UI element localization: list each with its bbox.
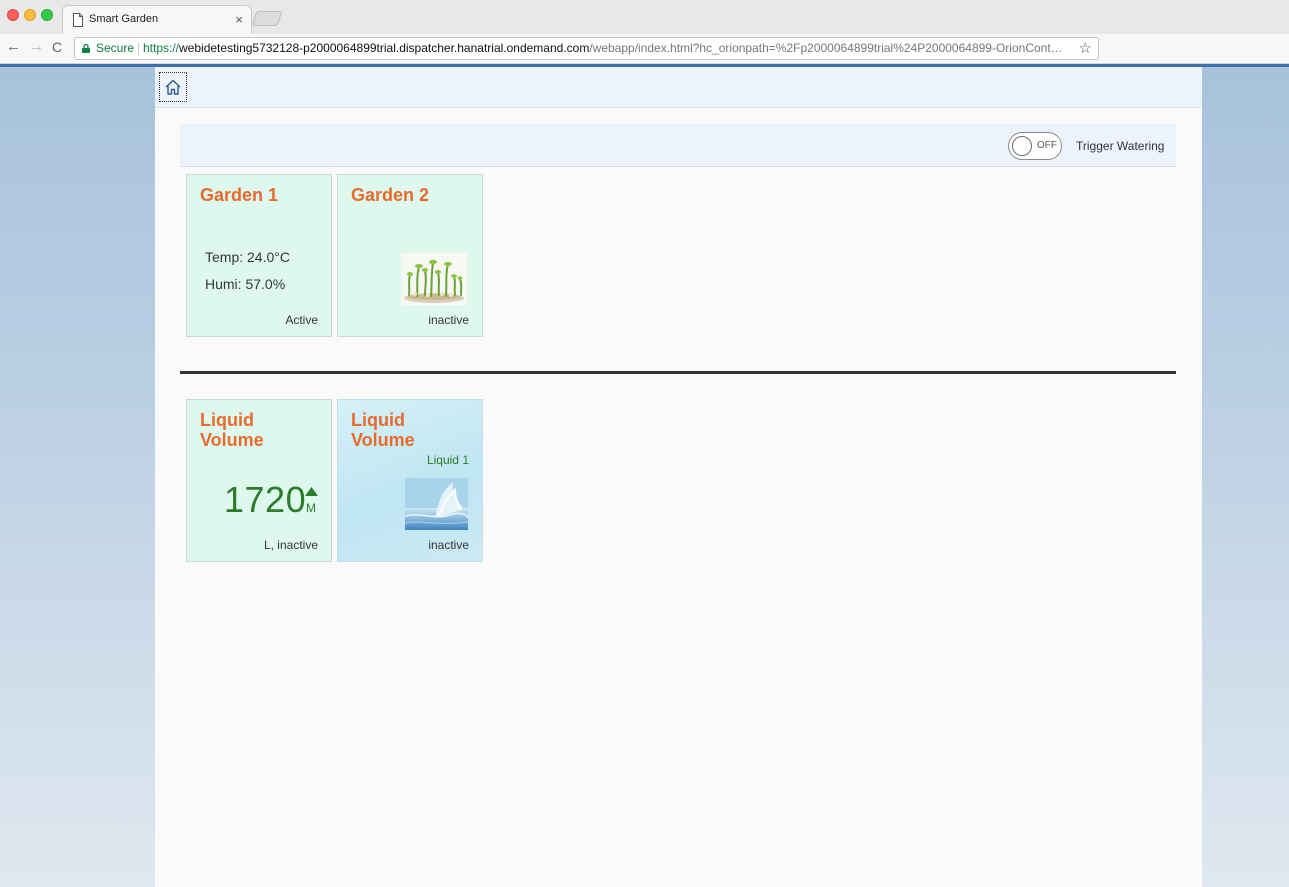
tile-subtitle: Liquid 1 bbox=[426, 453, 469, 467]
liquid-volume-image-tile[interactable]: Liquid Volume Liquid 1 inactive bbox=[337, 399, 483, 562]
tile-title: Garden 1 bbox=[200, 185, 279, 205]
close-window-button[interactable] bbox=[7, 9, 19, 21]
action-toolbar: OFF Trigger Watering bbox=[180, 124, 1176, 167]
minimize-window-button[interactable] bbox=[24, 9, 36, 21]
garden-2-tile[interactable]: Garden 2 inactive bbox=[337, 174, 483, 337]
shell-header bbox=[155, 67, 1202, 108]
plant-sprouts-image bbox=[401, 253, 467, 305]
tab-close-icon[interactable]: × bbox=[235, 12, 243, 27]
browser-toolbar: ← → C Secure https://webidetesting573212… bbox=[0, 34, 1289, 64]
switch-state-label: OFF bbox=[1037, 140, 1057, 151]
tile-status: inactive bbox=[428, 313, 469, 327]
kpi-scale: M bbox=[306, 501, 316, 515]
tile-title: Liquid Volume bbox=[200, 410, 264, 450]
tile-status: inactive bbox=[428, 538, 469, 552]
home-button[interactable] bbox=[159, 72, 187, 102]
url-host: webidetesting5732128-p2000064899trial.di… bbox=[179, 41, 590, 55]
tile-title: Liquid Volume bbox=[351, 410, 415, 450]
tile-footer: L, inactive bbox=[263, 538, 318, 552]
trigger-watering-label: Trigger Watering bbox=[1076, 139, 1165, 153]
document-icon bbox=[73, 13, 83, 27]
address-divider bbox=[138, 42, 139, 55]
tile-status: Active bbox=[285, 313, 318, 327]
new-tab-button[interactable] bbox=[251, 11, 283, 26]
home-icon bbox=[165, 79, 181, 95]
trend-up-icon bbox=[305, 487, 318, 496]
temperature-value: Temp: 24.0°C bbox=[205, 249, 290, 265]
tile-title: Garden 2 bbox=[351, 185, 430, 205]
bookmark-star-icon[interactable]: ☆ bbox=[1079, 38, 1092, 59]
url-text: https://webidetesting5732128-p2000064899… bbox=[143, 38, 1078, 59]
forward-arrow-icon[interactable]: → bbox=[29, 38, 44, 55]
browser-titlebar: Smart Garden × bbox=[0, 0, 1289, 34]
url-scheme: https:// bbox=[143, 41, 180, 55]
browser-tab[interactable]: Smart Garden × bbox=[62, 5, 252, 34]
lock-icon bbox=[82, 44, 90, 53]
reload-icon[interactable]: C bbox=[52, 39, 62, 55]
tab-title: Smart Garden bbox=[89, 13, 159, 25]
section-divider bbox=[180, 371, 1176, 374]
maximize-window-button[interactable] bbox=[41, 9, 53, 21]
humidity-value: Humi: 57.0% bbox=[205, 276, 286, 292]
app-content: OFF Trigger Watering Garden 1 Temp: 24.0… bbox=[155, 67, 1202, 887]
secure-label: Secure bbox=[96, 41, 135, 55]
switch-knob bbox=[1012, 136, 1032, 156]
back-arrow-icon[interactable]: ← bbox=[6, 38, 21, 55]
kpi-value: 1720 bbox=[224, 479, 307, 520]
watering-switch[interactable]: OFF bbox=[1008, 132, 1062, 160]
water-splash-image bbox=[405, 478, 468, 530]
liquid-volume-kpi-tile[interactable]: Liquid Volume 1720 M L, inactive bbox=[186, 399, 332, 562]
garden-1-tile[interactable]: Garden 1 Temp: 24.0°C Humi: 57.0% Active bbox=[186, 174, 332, 337]
address-bar[interactable]: Secure https://webidetesting5732128-p200… bbox=[74, 37, 1099, 60]
url-path: /webapp/index.html?hc_orionpath=%2Fp2000… bbox=[589, 41, 1063, 55]
